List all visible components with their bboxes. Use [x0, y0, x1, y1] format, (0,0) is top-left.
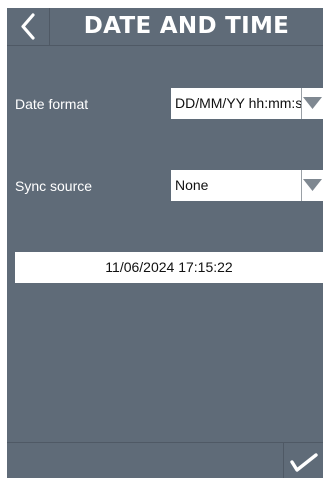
- current-datetime-field[interactable]: 11/06/2024 17:15:22: [15, 252, 323, 283]
- page-title: DATE AND TIME: [83, 13, 290, 39]
- date-format-select[interactable]: DD/MM/YY hh:mm:ss: [171, 88, 323, 119]
- confirm-button[interactable]: [283, 443, 323, 478]
- sync-source-dropdown-button[interactable]: [301, 170, 323, 201]
- screen: DATE AND TIME Date format DD/MM/YY hh:mm…: [7, 8, 323, 478]
- date-format-dropdown-button[interactable]: [301, 88, 323, 119]
- sync-source-value: None: [175, 177, 209, 193]
- checkmark-icon: [290, 453, 318, 472]
- date-format-label: Date format: [15, 96, 89, 112]
- triangle-down-icon: [303, 97, 322, 109]
- triangle-down-icon: [303, 179, 322, 191]
- sync-source-label: Sync source: [15, 178, 93, 194]
- footer-bar: [7, 442, 323, 478]
- header-bar: DATE AND TIME: [7, 8, 323, 46]
- back-button[interactable]: [7, 8, 50, 45]
- sync-source-select[interactable]: None: [171, 170, 323, 201]
- chevron-left-icon: [21, 13, 35, 40]
- date-format-value: DD/MM/YY hh:mm:ss: [175, 95, 303, 111]
